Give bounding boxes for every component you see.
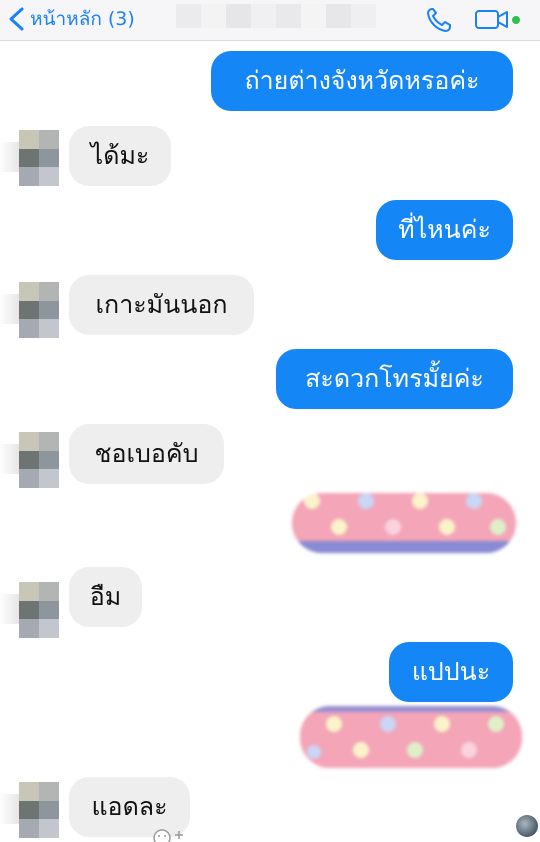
contact-name-blurred[interactable]	[176, 4, 376, 28]
chevron-left-icon	[9, 7, 24, 31]
message-text: อืม	[89, 582, 122, 611]
message-text: เกาะมันนอก	[95, 290, 228, 319]
message-bubble-outgoing[interactable]: ถ่ายต่างจังหวัดหรอค่ะ	[211, 51, 513, 111]
message-bubble-outgoing[interactable]: สะดวกโทรมั้ยค่ะ	[276, 349, 513, 409]
sticker-image	[292, 493, 516, 553]
phone-icon[interactable]	[424, 6, 456, 34]
message-text: ที่ไหนค่ะ	[398, 215, 491, 244]
avatar[interactable]	[0, 282, 59, 338]
back-button[interactable]: หน้าหลัก (3)	[6, 4, 135, 34]
message-text: สะดวกโทรมั้ยค่ะ	[305, 364, 484, 393]
message-bubble-incoming[interactable]: อืม	[69, 567, 142, 627]
message-bubble-outgoing[interactable]: แปปนะ	[389, 642, 513, 702]
message-text: ได้มะ	[90, 141, 150, 170]
message-text: ถ่ายต่างจังหวัดหรอค่ะ	[244, 66, 480, 95]
chat-header: หน้าหลัก (3)	[0, 0, 540, 41]
message-text: แปปนะ	[411, 657, 491, 686]
message-text: แอดละ	[91, 792, 168, 821]
message-bubble-incoming[interactable]: เกาะมันนอก	[69, 275, 254, 335]
message-bubble-outgoing[interactable]: ที่ไหนค่ะ	[376, 200, 513, 260]
avatar[interactable]	[0, 432, 59, 488]
sticker-message[interactable]	[300, 706, 522, 768]
avatar[interactable]	[0, 130, 59, 186]
avatar[interactable]	[0, 582, 59, 638]
back-label: หน้าหลัก (3)	[30, 8, 135, 30]
online-status-dot	[512, 16, 520, 24]
sticker-message[interactable]	[292, 493, 516, 553]
video-camera-icon[interactable]	[474, 8, 524, 32]
sticker-image	[300, 706, 522, 768]
message-text: ชอเบอคับ	[94, 439, 199, 468]
avatar[interactable]	[0, 782, 59, 838]
message-bubble-incoming[interactable]: ชอเบอคับ	[69, 424, 224, 484]
read-receipt-avatar	[516, 815, 538, 837]
message-bubble-incoming[interactable]: ได้มะ	[69, 126, 171, 186]
add-reaction-icon[interactable]	[152, 826, 186, 842]
